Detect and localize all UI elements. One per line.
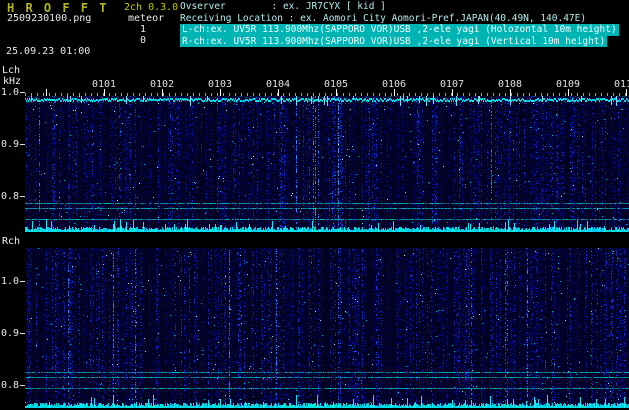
freq-tick-label: 1.0 — [1, 276, 20, 287]
timestamp-label: 25.09.23 01:00 — [6, 46, 91, 57]
observer-line: Ovserver : ex. JR7CYX [ kid ] — [180, 1, 386, 12]
lch-info-line: L-ch:ex. UV5R 113.900Mhz(SAPPORO VOR)USB… — [180, 24, 619, 36]
freq-tick-label: 0.8 — [1, 191, 20, 202]
freq-tick-label: 0.9 — [1, 139, 20, 150]
lch-spectrogram — [25, 96, 629, 232]
app-root: H R O F F T 2ch 0.3.0 2509230100.png met… — [0, 0, 629, 410]
filename-label: 2509230100.png — [7, 13, 92, 24]
lch-meteor-count: 1 — [139, 24, 146, 35]
mode-label: meteor — [128, 13, 165, 24]
lch-axis-label: Lch — [2, 65, 21, 76]
freq-tick-label: 0.9 — [1, 328, 20, 339]
station-info: Ovserver : ex. JR7CYX [ kid ] Receiving … — [180, 1, 619, 47]
khz-unit-label: kHz — [3, 76, 22, 87]
rch-info-line: R-ch:ex. UV5R 113.900Mhz(SAPPORO VOR)USB… — [180, 35, 608, 47]
freq-tick-label: 0.8 — [1, 380, 20, 391]
location-line: Receiving Location : ex. Aomori City Aom… — [180, 12, 587, 24]
rch-meteor-count: 0 — [139, 35, 146, 46]
freq-tick-label: 1.0 — [1, 87, 20, 98]
rch-axis-label: Rch — [2, 236, 21, 247]
version-label: 2ch 0.3.0 — [124, 2, 179, 13]
rch-spectrogram — [25, 248, 629, 408]
freq-tick-dash — [20, 92, 25, 93]
